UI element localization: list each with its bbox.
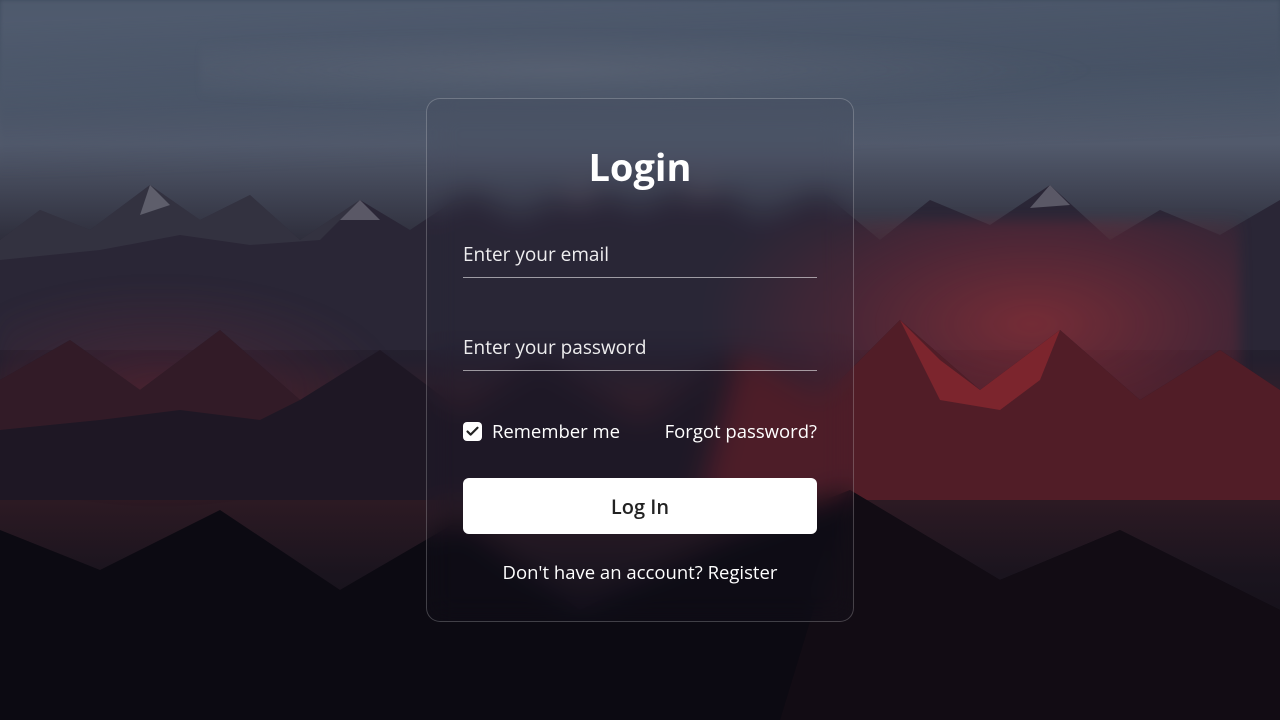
remember-me-checkbox[interactable]: Remember me — [463, 419, 620, 444]
login-button[interactable]: Log In — [463, 478, 817, 534]
register-link[interactable]: Register — [708, 560, 778, 585]
checkbox-icon — [463, 422, 482, 441]
card-title: Login — [463, 141, 817, 193]
password-field-wrap — [463, 326, 817, 371]
login-card: Login Remember me Forgot password? Log I… — [426, 98, 854, 622]
password-field[interactable] — [463, 326, 817, 371]
register-prompt: Don't have an account? Register — [463, 560, 817, 585]
register-prompt-text: Don't have an account? — [503, 560, 708, 585]
email-field[interactable] — [463, 233, 817, 278]
options-row: Remember me Forgot password? — [463, 419, 817, 444]
remember-me-label: Remember me — [492, 419, 620, 444]
forgot-password-link[interactable]: Forgot password? — [665, 419, 817, 444]
email-field-wrap — [463, 233, 817, 278]
